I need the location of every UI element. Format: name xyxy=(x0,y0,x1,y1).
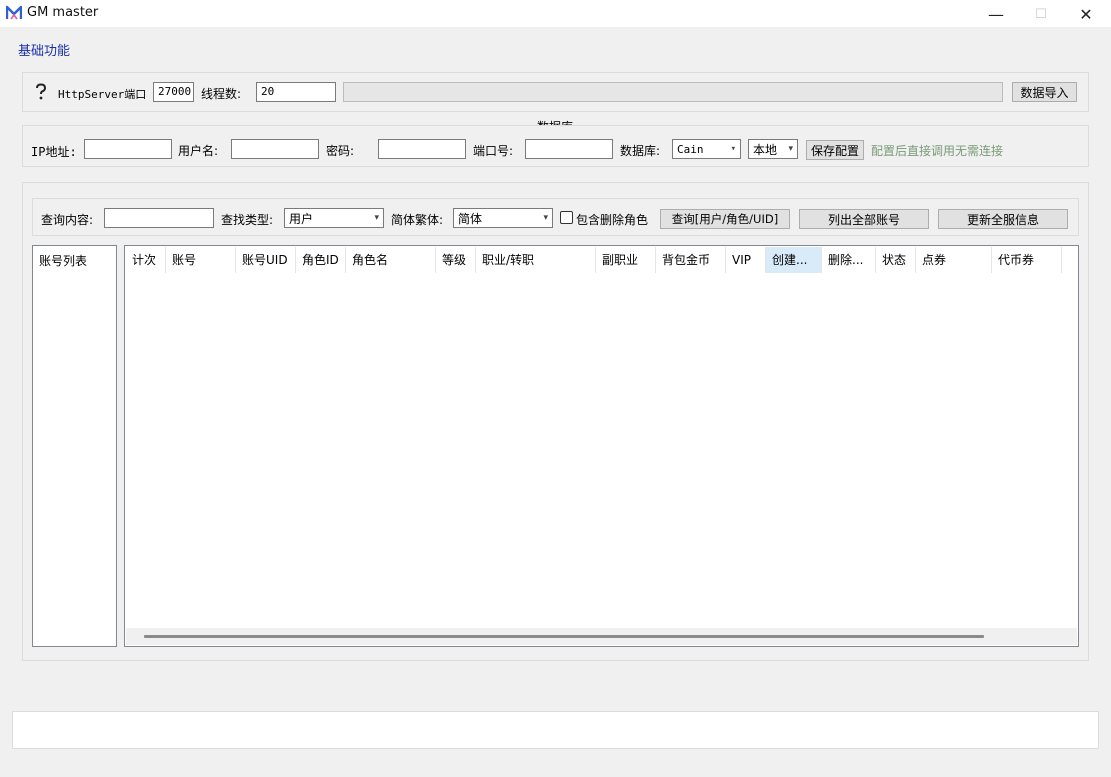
query-content-label: 查询内容: xyxy=(41,213,94,227)
grid-column-header[interactable]: 背包金币 xyxy=(656,247,726,273)
database-select-value: Cain xyxy=(677,142,704,156)
grid-column-header[interactable]: 创建... xyxy=(766,247,822,273)
grid-column-header[interactable]: 账号UID xyxy=(236,247,296,273)
maximize-icon: ☐ xyxy=(1035,6,1047,22)
maximize-button[interactable]: ☐ xyxy=(1018,0,1064,28)
app-logo-icon xyxy=(6,5,22,20)
query-content-input[interactable] xyxy=(104,208,214,228)
include-deleted-label: 包含删除角色 xyxy=(576,213,649,227)
close-button[interactable]: ✕ xyxy=(1063,0,1109,28)
save-config-button[interactable]: 保存配置 xyxy=(806,140,864,160)
update-all-server-button[interactable]: 更新全服信息 xyxy=(938,209,1068,229)
search-type-select[interactable]: 用户 ▾ xyxy=(284,208,384,228)
chevron-down-icon: ▾ xyxy=(788,144,793,154)
grid-column-header[interactable]: 删除... xyxy=(822,247,876,273)
script-type-value: 简体 xyxy=(458,211,483,226)
grid-column-header[interactable]: VIP xyxy=(726,247,766,273)
query-button[interactable]: 查询[用户/角色/UID] xyxy=(660,209,790,229)
db-user-label: 用户名: xyxy=(178,144,219,158)
http-port-input[interactable]: 27000 xyxy=(153,82,194,102)
ip-label: IP地址: xyxy=(31,145,77,159)
grid-column-header[interactable]: 角色名 xyxy=(346,247,436,273)
minimize-button[interactable]: — xyxy=(973,0,1019,28)
grid-column-header[interactable]: 职业/转职 xyxy=(476,247,596,273)
status-log-box[interactable] xyxy=(12,711,1099,749)
grid-column-header[interactable]: 状态 xyxy=(876,247,916,273)
chevron-down-icon: ▾ xyxy=(374,213,379,223)
search-type-label: 查找类型: xyxy=(221,213,274,227)
search-type-value: 用户 xyxy=(289,211,314,226)
db-user-input[interactable] xyxy=(231,139,319,159)
window-title: GM master xyxy=(27,5,99,20)
grid-column-header[interactable]: 代币券 xyxy=(992,247,1062,273)
ip-input[interactable] xyxy=(84,139,172,159)
data-grid[interactable]: 计次 账号 账号UID 角色ID 角色名 等级 职业/转职 副职业 背包金币 VIP 创建... 删除… xyxy=(124,245,1079,647)
question-icon[interactable] xyxy=(34,83,48,101)
grid-header: 计次 账号 账号UID 角色ID 角色名 等级 职业/转职 副职业 背包金币 VIP 创建... 删除… xyxy=(126,247,1077,273)
port-label: HttpServer端口 xyxy=(58,88,147,101)
grid-column-header[interactable]: 副职业 xyxy=(596,247,656,273)
include-deleted-checkbox[interactable] xyxy=(560,211,573,224)
script-type-select[interactable]: 简体 ▾ xyxy=(453,208,553,228)
account-list-header: 账号列表 xyxy=(39,254,88,268)
scrollbar-thumb[interactable] xyxy=(144,635,984,638)
location-select-value: 本地 xyxy=(753,142,778,157)
menu-basic-functions[interactable]: 基础功能 xyxy=(18,40,70,59)
chevron-down-icon: ▾ xyxy=(730,144,736,154)
threads-input[interactable]: 20 xyxy=(256,82,336,102)
grid-column-header[interactable]: 点券 xyxy=(916,247,992,273)
threads-label: 线程数: xyxy=(201,87,242,101)
grid-column-header[interactable]: 等级 xyxy=(436,247,476,273)
db-name-label: 数据库: xyxy=(620,144,661,158)
db-port-label: 端口号: xyxy=(473,144,514,158)
grid-column-header[interactable]: 角色ID xyxy=(296,247,346,273)
minimize-icon: — xyxy=(988,4,1004,24)
account-list[interactable]: 账号列表 xyxy=(32,245,117,647)
config-hint: 配置后直接调用无需连接 xyxy=(871,144,1004,158)
horizontal-scrollbar[interactable] xyxy=(126,628,1077,645)
db-password-label: 密码: xyxy=(326,144,355,158)
import-progress-bar xyxy=(343,82,1003,102)
grid-column-header[interactable]: 计次 xyxy=(126,247,166,273)
database-select[interactable]: Cain ▾ xyxy=(672,139,741,159)
location-select[interactable]: 本地 ▾ xyxy=(748,139,798,159)
script-type-label: 简体繁体: xyxy=(391,213,444,227)
data-import-button[interactable]: 数据导入 xyxy=(1012,82,1077,102)
db-password-input[interactable] xyxy=(378,139,466,159)
list-all-accounts-button[interactable]: 列出全部账号 xyxy=(799,209,929,229)
title-bar xyxy=(0,0,1111,28)
db-port-input[interactable] xyxy=(525,139,613,159)
grid-column-header[interactable]: 账号 xyxy=(166,247,236,273)
close-icon: ✕ xyxy=(1079,4,1093,24)
chevron-down-icon: ▾ xyxy=(543,213,548,223)
